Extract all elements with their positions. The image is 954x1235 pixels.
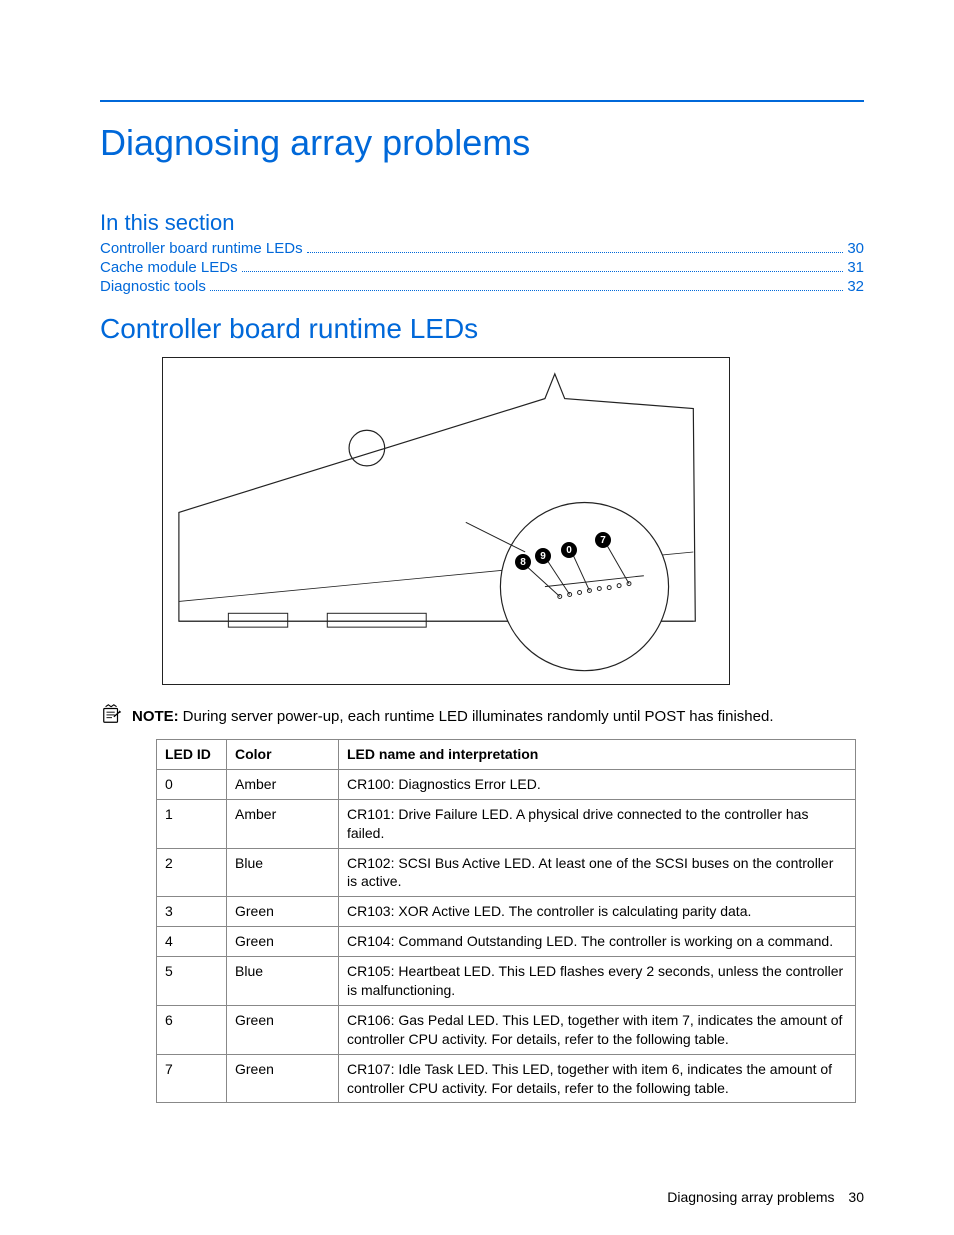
cell-color: Amber [227, 799, 339, 848]
cell-id: 1 [157, 799, 227, 848]
table-header-row: LED ID Color LED name and interpretation [157, 740, 856, 770]
cell-id: 4 [157, 927, 227, 957]
toc-page: 32 [847, 278, 864, 295]
callout-9: 9 [535, 548, 551, 564]
cell-id: 3 [157, 897, 227, 927]
cell-id: 2 [157, 848, 227, 897]
toc-entry[interactable]: Cache module LEDs 31 [100, 259, 864, 276]
cell-desc: CR105: Heartbeat LED. This LED flashes e… [339, 957, 856, 1006]
toc-entry[interactable]: Diagnostic tools 32 [100, 278, 864, 295]
toc-page: 30 [847, 240, 864, 257]
page-title: Diagnosing array problems [100, 122, 864, 164]
toc-label: Diagnostic tools [100, 278, 206, 295]
cell-desc: CR102: SCSI Bus Active LED. At least one… [339, 848, 856, 897]
toc-entry[interactable]: Controller board runtime LEDs 30 [100, 240, 864, 257]
cell-id: 6 [157, 1005, 227, 1054]
table-row: 2 Blue CR102: SCSI Bus Active LED. At le… [157, 848, 856, 897]
top-rule [100, 100, 864, 102]
cell-id: 5 [157, 957, 227, 1006]
cell-id: 0 [157, 769, 227, 799]
section-heading: Controller board runtime LEDs [100, 313, 864, 345]
table-row: 3 Green CR103: XOR Active LED. The contr… [157, 897, 856, 927]
cell-desc: CR104: Command Outstanding LED. The cont… [339, 927, 856, 957]
page-footer: Diagnosing array problems 30 [667, 1189, 864, 1205]
note-label: NOTE: [132, 708, 179, 725]
cell-id: 7 [157, 1054, 227, 1103]
table-row: 7 Green CR107: Idle Task LED. This LED, … [157, 1054, 856, 1103]
cell-color: Green [227, 1005, 339, 1054]
table-row: 1 Amber CR101: Drive Failure LED. A phys… [157, 799, 856, 848]
toc-page: 31 [847, 259, 864, 276]
toc-leader-dots [242, 262, 844, 273]
callout-0: 0 [561, 542, 577, 558]
cell-desc: CR101: Drive Failure LED. A physical dri… [339, 799, 856, 848]
footer-page-number: 30 [848, 1189, 864, 1205]
board-outline-svg [169, 364, 723, 681]
note-text: During server power-up, each runtime LED… [183, 708, 774, 725]
th-color: Color [227, 740, 339, 770]
note-block: NOTE: During server power-up, each runti… [100, 703, 864, 729]
cell-color: Amber [227, 769, 339, 799]
cell-color: Green [227, 1054, 339, 1103]
cell-desc: CR103: XOR Active LED. The controller is… [339, 897, 856, 927]
table-row: 4 Green CR104: Command Outstanding LED. … [157, 927, 856, 957]
th-desc: LED name and interpretation [339, 740, 856, 770]
toc-leader-dots [210, 281, 843, 292]
cell-desc: CR100: Diagnostics Error LED. [339, 769, 856, 799]
note-icon [100, 703, 126, 729]
cell-desc: CR107: Idle Task LED. This LED, together… [339, 1054, 856, 1103]
toc-label: Controller board runtime LEDs [100, 240, 303, 257]
table-row: 0 Amber CR100: Diagnostics Error LED. [157, 769, 856, 799]
cell-desc: CR106: Gas Pedal LED. This LED, together… [339, 1005, 856, 1054]
cell-color: Green [227, 897, 339, 927]
footer-section: Diagnosing array problems [667, 1189, 834, 1205]
callout-8: 8 [515, 554, 531, 570]
cell-color: Green [227, 927, 339, 957]
th-led-id: LED ID [157, 740, 227, 770]
toc-label: Cache module LEDs [100, 259, 238, 276]
table-row: 6 Green CR106: Gas Pedal LED. This LED, … [157, 1005, 856, 1054]
cell-color: Blue [227, 848, 339, 897]
controller-board-figure: 8 9 0 7 [156, 351, 736, 691]
cell-color: Blue [227, 957, 339, 1006]
toc-leader-dots [307, 243, 844, 254]
led-table: LED ID Color LED name and interpretation… [156, 739, 856, 1103]
table-row: 5 Blue CR105: Heartbeat LED. This LED fl… [157, 957, 856, 1006]
callout-7: 7 [595, 532, 611, 548]
in-this-section-heading: In this section [100, 210, 864, 236]
